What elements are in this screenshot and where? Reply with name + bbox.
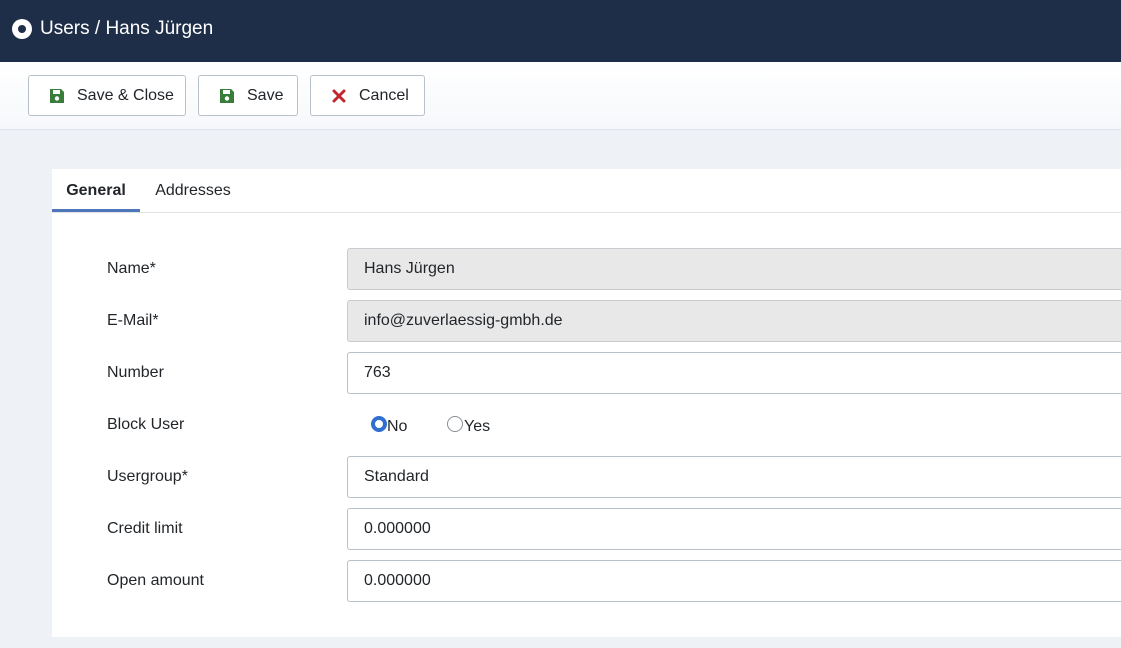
save-close-button[interactable]: Save & Close <box>28 75 186 116</box>
name-row: Name* <box>52 248 1121 290</box>
usergroup-row: Usergroup* Standard <box>52 456 1121 498</box>
block-user-no-label[interactable]: No <box>387 418 407 436</box>
save-close-label: Save & Close <box>77 87 174 104</box>
email-label: E-Mail* <box>107 312 159 329</box>
number-label: Number <box>107 364 164 381</box>
credit-limit-field[interactable] <box>347 508 1121 550</box>
name-label: Name* <box>107 260 156 277</box>
block-user-yes-radio[interactable] <box>447 416 463 432</box>
toolbar: Save & Close Save Cancel <box>0 62 1121 130</box>
save-button[interactable]: Save <box>198 75 298 116</box>
block-user-label: Block User <box>107 416 185 433</box>
credit-limit-label: Credit limit <box>107 520 183 537</box>
floppy-disk-icon <box>220 89 234 103</box>
tab-general[interactable]: General <box>52 169 140 212</box>
email-field[interactable] <box>347 300 1121 342</box>
open-amount-row: Open amount <box>52 560 1121 602</box>
number-field[interactable] <box>347 352 1121 394</box>
usergroup-select[interactable]: Standard <box>347 456 1121 498</box>
page-title: Users / Hans Jürgen <box>40 18 214 39</box>
cancel-button[interactable]: Cancel <box>310 75 425 116</box>
block-user-row: Block User No Yes <box>52 404 1121 446</box>
name-field[interactable] <box>347 248 1121 290</box>
open-amount-field[interactable] <box>347 560 1121 602</box>
email-row: E-Mail* <box>52 300 1121 342</box>
save-label: Save <box>247 87 284 104</box>
tab-bar: General Addresses <box>52 169 1121 213</box>
number-row: Number <box>52 352 1121 394</box>
app-logo-icon <box>12 19 32 39</box>
app-header: Users / Hans Jürgen <box>0 0 1121 62</box>
open-amount-label: Open amount <box>107 572 204 589</box>
block-user-yes-label[interactable]: Yes <box>464 418 490 436</box>
cancel-label: Cancel <box>359 87 409 104</box>
credit-limit-row: Credit limit <box>52 508 1121 550</box>
block-user-no-radio[interactable] <box>371 416 387 432</box>
usergroup-label: Usergroup* <box>107 468 188 485</box>
close-icon <box>332 89 346 103</box>
user-form-card: General Addresses Name* E-Mail* Number B… <box>52 169 1121 637</box>
floppy-disk-icon <box>50 89 64 103</box>
tab-addresses[interactable]: Addresses <box>148 169 238 212</box>
